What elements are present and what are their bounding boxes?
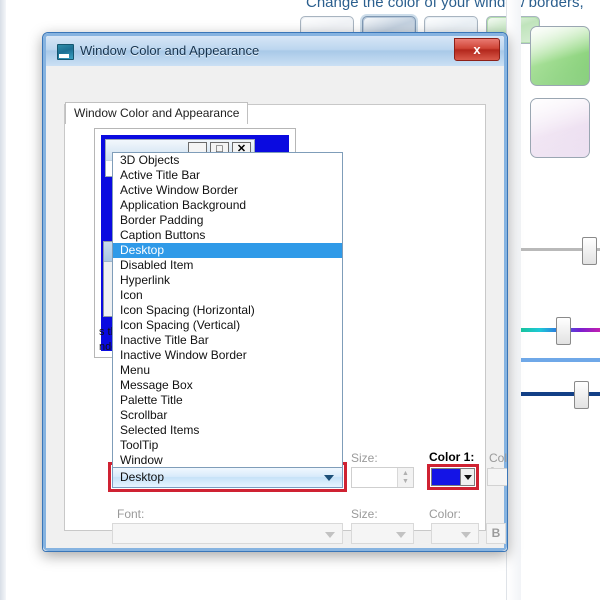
dropdown-item[interactable]: Icon Spacing (Vertical): [113, 318, 342, 333]
item-dropdown-list[interactable]: 3D Objects Active Title Bar Active Window …: [112, 152, 343, 468]
dropdown-item[interactable]: Message Box: [113, 378, 342, 393]
color1-swatch[interactable]: [432, 469, 461, 485]
display-icon: [57, 44, 74, 60]
page-heading: Change the color of your window borders,: [306, 0, 584, 11]
tab-window-color-and-appearance[interactable]: Window Color and Appearance: [65, 102, 249, 124]
item-combobox-value: Desktop: [120, 470, 165, 484]
tile-gloss-icon: [531, 99, 589, 157]
close-icon[interactable]: x: [454, 38, 500, 61]
dropdown-item[interactable]: 3D Objects: [113, 153, 342, 168]
dropdown-item[interactable]: Hyperlink: [113, 273, 342, 288]
dialog-body: Window Color and Appearance _ □ ✕ s Size…: [46, 66, 507, 548]
dropdown-item[interactable]: Icon Spacing (Horizontal): [113, 303, 342, 318]
dropdown-item[interactable]: Selected Items: [113, 423, 342, 438]
window-right-edge: [506, 0, 521, 600]
size-spinner[interactable]: ▲ ▼: [351, 467, 414, 488]
dropdown-item[interactable]: Active Window Border: [113, 183, 342, 198]
chevron-down-icon[interactable]: [461, 469, 474, 485]
font-color-combobox: [431, 523, 479, 544]
font-size-label: Size:: [351, 507, 378, 521]
lavender-tile[interactable]: [530, 98, 590, 158]
dropdown-item[interactable]: Desktop: [113, 243, 342, 258]
dropdown-item[interactable]: Inactive Window Border: [113, 348, 342, 363]
size-spinner-buttons[interactable]: ▲ ▼: [397, 468, 413, 487]
dropdown-item[interactable]: Scrollbar: [113, 408, 342, 423]
spinner-down-icon[interactable]: ▼: [398, 477, 413, 487]
slider-thumb[interactable]: [582, 237, 597, 265]
slider-dark-blue[interactable]: [520, 381, 600, 409]
dropdown-item[interactable]: Icon: [113, 288, 342, 303]
dialog-titlebar[interactable]: Window Color and Appearance x: [46, 36, 504, 66]
color1-picker[interactable]: [431, 468, 475, 486]
dropdown-item[interactable]: Caption Buttons: [113, 228, 342, 243]
dropdown-item[interactable]: Disabled Item: [113, 258, 342, 273]
slider-thumb[interactable]: [574, 381, 589, 409]
font-size-combobox: [351, 523, 414, 544]
color1-label: Color 1:: [429, 450, 475, 464]
slider-gray[interactable]: [520, 237, 600, 265]
window-left-edge: [0, 0, 6, 600]
color2-picker: [487, 468, 507, 486]
dropdown-item[interactable]: ToolTip: [113, 438, 342, 453]
dialog-title: Window Color and Appearance: [80, 43, 260, 58]
bold-button: B: [486, 523, 506, 544]
dropdown-item[interactable]: Menu: [113, 363, 342, 378]
size-label: Size:: [351, 451, 378, 465]
slider-light-blue[interactable]: [520, 358, 600, 362]
green-tile[interactable]: [530, 26, 590, 86]
tile-gloss-icon: [531, 27, 589, 85]
slider-hue[interactable]: [520, 317, 600, 345]
slider-track: [520, 358, 600, 362]
dropdown-item[interactable]: Inactive Title Bar: [113, 333, 342, 348]
dropdown-item[interactable]: Active Title Bar: [113, 168, 342, 183]
dropdown-item[interactable]: Border Padding: [113, 213, 342, 228]
chevron-down-icon[interactable]: [324, 475, 334, 481]
dropdown-item[interactable]: Window: [113, 453, 342, 467]
font-color-label: Color:: [429, 507, 462, 521]
font-combobox: [112, 523, 343, 544]
item-combobox[interactable]: Desktop: [112, 466, 343, 488]
font-label: Font:: [117, 507, 145, 521]
dropdown-item[interactable]: Palette Title: [113, 393, 342, 408]
slider-thumb[interactable]: [556, 317, 571, 345]
window-color-appearance-dialog: Window Color and Appearance x Window Col…: [42, 32, 508, 552]
dropdown-item[interactable]: Application Background: [113, 198, 342, 213]
